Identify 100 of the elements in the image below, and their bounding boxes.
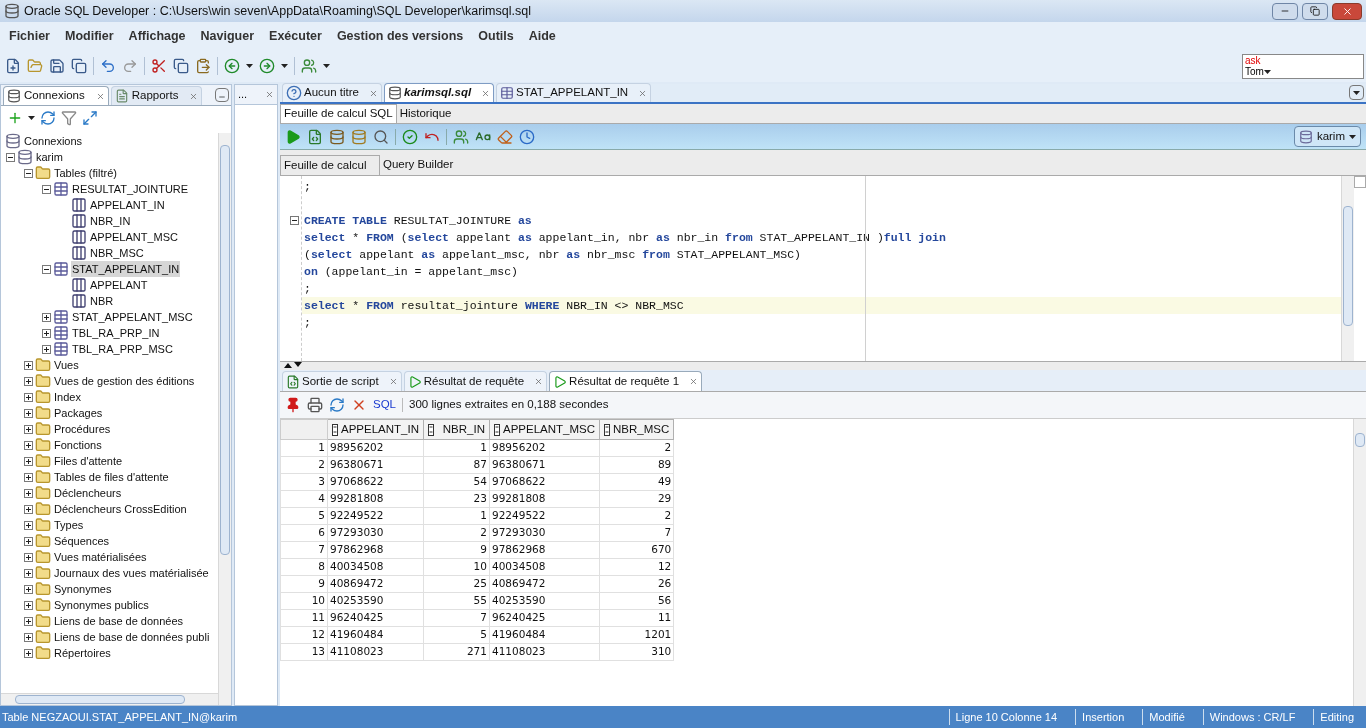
editor-tab[interactable]: STAT_APPELANT_IN (496, 83, 652, 102)
sql-link[interactable]: SQL (373, 396, 396, 414)
tree-item[interactable]: TBL_RA_PRP_MSC (71, 340, 174, 358)
worksheet-tab[interactable]: Feuille de calcul (280, 155, 380, 175)
forward-icon[interactable] (259, 58, 275, 74)
tree-item[interactable]: NBR_IN (89, 212, 132, 230)
collapse-toggle[interactable] (42, 264, 51, 274)
expand-toggle[interactable] (24, 552, 33, 562)
expand-toggle[interactable] (24, 504, 33, 514)
scrollbar[interactable] (218, 133, 231, 705)
run-icon[interactable] (285, 128, 301, 145)
tree-item[interactable]: APPELANT (89, 276, 149, 294)
expand-toggle[interactable] (24, 600, 33, 610)
expand-toggle[interactable] (24, 632, 33, 642)
tree-item[interactable]: Connexions (23, 133, 84, 150)
tree-item[interactable]: Déclencheurs (53, 484, 123, 502)
expand-toggle[interactable] (42, 328, 51, 338)
tree-item[interactable]: Déclencheurs CrossEdition (53, 500, 188, 518)
tree-item[interactable]: Séquences (53, 532, 111, 550)
tree-item[interactable]: Liens de base de données publi (53, 628, 211, 646)
back-icon[interactable] (224, 58, 240, 74)
minimize-panel-button[interactable] (215, 88, 229, 102)
expand-toggle[interactable] (42, 344, 51, 354)
expand-toggle[interactable] (24, 488, 33, 498)
tree-item[interactable]: Vues de gestion des éditions (53, 372, 196, 390)
close-icon[interactable] (189, 91, 199, 101)
result-tab[interactable]: Résultat de requête (403, 371, 548, 391)
tree-item[interactable]: Synonymes (53, 580, 113, 598)
expand-toggle[interactable] (24, 408, 33, 418)
eraser-icon[interactable] (497, 128, 513, 145)
expand-toggle[interactable] (24, 584, 33, 594)
ask-tom-field[interactable]: ask Tom (1242, 54, 1364, 79)
restore-button[interactable] (1302, 2, 1328, 20)
column-header[interactable]: NBR_MSC (599, 419, 674, 440)
tree-item[interactable]: STAT_APPELANT_MSC (71, 308, 194, 326)
tree-item[interactable]: NBR_MSC (89, 244, 145, 262)
splitter-arrows-icon[interactable] (284, 362, 302, 368)
collapse-toggle[interactable] (24, 168, 33, 178)
result-tab[interactable]: Résultat de requête 1 (549, 371, 703, 391)
search-icon[interactable] (373, 128, 389, 145)
minimize-button[interactable] (1272, 2, 1298, 20)
expand-toggle[interactable] (24, 520, 33, 530)
new-file-icon[interactable] (5, 58, 21, 74)
collapse-toggle[interactable] (6, 152, 15, 162)
tree-item[interactable]: Fonctions (53, 436, 103, 454)
copy-icon[interactable] (173, 58, 189, 74)
tree-item[interactable]: Liens de base de données (53, 612, 185, 630)
scrollbar[interactable] (1353, 419, 1366, 706)
tree-item[interactable]: APPELANT_MSC (89, 228, 180, 246)
close-icon[interactable] (638, 88, 648, 98)
menu-item[interactable]: Naviguer (200, 26, 255, 46)
panel-tab[interactable]: Connexions (3, 86, 109, 105)
scrollbar[interactable] (1, 693, 218, 705)
database-icon[interactable] (329, 128, 345, 145)
refresh-icon[interactable] (40, 109, 56, 126)
paste-icon[interactable] (195, 58, 211, 74)
expand-toggle[interactable] (24, 472, 33, 482)
tree-item[interactable]: Packages (53, 404, 104, 422)
pin-icon[interactable] (285, 397, 301, 413)
close-icon[interactable] (388, 377, 398, 386)
tree-item[interactable]: Procédures (53, 420, 112, 438)
expand-toggle[interactable] (42, 312, 51, 322)
menu-item[interactable]: Gestion des versions (336, 26, 464, 46)
cut-icon[interactable] (151, 58, 167, 74)
tree-item[interactable]: Journaux des vues matérialisée (53, 564, 210, 582)
filter-icon[interactable] (61, 109, 77, 126)
database-icon[interactable] (351, 128, 367, 145)
menu-item[interactable]: Modifier (65, 26, 114, 46)
tree-item[interactable]: karim (35, 148, 64, 166)
close-icon[interactable] (534, 377, 544, 386)
close-button[interactable] (1332, 2, 1362, 20)
worksheet-tab[interactable]: Historique (396, 104, 455, 123)
save-icon[interactable] (49, 58, 65, 74)
connection-selector[interactable]: karim (1293, 126, 1361, 147)
expand-toggle[interactable] (24, 456, 33, 466)
worksheet-tab[interactable]: Feuille de calcul SQL (280, 104, 397, 123)
tree-item[interactable]: Tables de files d'attente (53, 468, 170, 486)
fold-icon[interactable] (290, 216, 299, 225)
tab-list-button[interactable] (1349, 85, 1364, 100)
tree-item[interactable]: Index (53, 388, 82, 406)
tree-item[interactable]: TBL_RA_PRP_IN (71, 324, 161, 342)
collapse-toggle[interactable] (42, 184, 51, 194)
column-header[interactable]: APPELANT_IN (327, 419, 424, 440)
column-header[interactable]: APPELANT_MSC (489, 419, 600, 440)
expand-toggle[interactable] (24, 424, 33, 434)
expand-toggle[interactable] (24, 440, 33, 450)
menu-item[interactable]: Fichier (9, 26, 50, 46)
panel-tab[interactable]: Rapports (110, 86, 203, 105)
tree-item[interactable]: Synonymes publics (53, 596, 150, 614)
tree-item[interactable]: Files d'attente (53, 452, 124, 470)
tree-item[interactable]: RESULTAT_JOINTURE (71, 180, 190, 198)
menu-item[interactable]: Outils (478, 26, 514, 46)
tree-item[interactable]: NBR (89, 292, 115, 310)
expand-toggle[interactable] (24, 536, 33, 546)
commit-icon[interactable] (402, 128, 418, 145)
menu-item[interactable]: Aide (528, 26, 556, 46)
editor-tab[interactable]: Aucun titre (282, 83, 382, 102)
tree-item[interactable]: APPELANT_IN (89, 196, 166, 214)
tree-item[interactable]: Vues (53, 356, 80, 374)
close-icon[interactable] (689, 377, 699, 386)
